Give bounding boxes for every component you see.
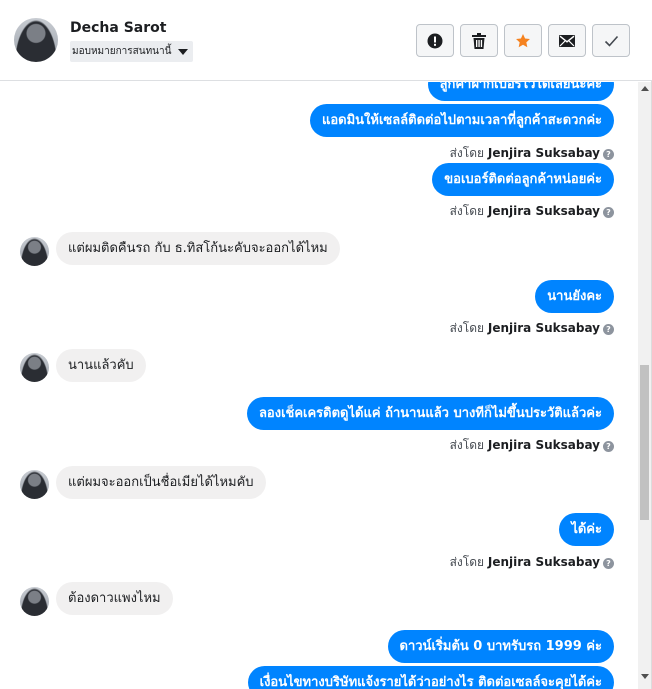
outgoing-message: ดาวน์เริ่มต้น 0 บาทรับรถ 1999 ค่ะ	[387, 630, 614, 663]
incoming-message: แต่ผมจะออกเป็นชื่อเมียได้ไหมคับ	[56, 466, 266, 499]
spam-icon	[427, 33, 443, 48]
mark-done-button[interactable]	[592, 24, 630, 57]
mark-spam-button[interactable]	[416, 24, 454, 57]
help-icon[interactable]: ?	[603, 441, 614, 452]
scroll-down-arrow-icon[interactable]	[641, 674, 649, 679]
sent-by-label: ส่งโดย Jenjira Suksabay?	[450, 319, 614, 338]
check-icon	[604, 35, 618, 47]
incoming-message: ต้องดาวแพงไหม	[56, 582, 173, 615]
outgoing-message: ได้ค่ะ	[559, 513, 614, 546]
sender-name[interactable]: Jenjira Suksabay	[488, 146, 600, 160]
conversation-panel: Decha Sarot มอบหมายการสนทนานี้ ลูกค้าฝาก…	[0, 0, 652, 689]
assign-conversation-dropdown[interactable]: มอบหมายการสนทนานี้	[70, 41, 194, 62]
incoming-message: นานแล้วคับ	[56, 349, 146, 382]
help-icon[interactable]: ?	[603, 149, 614, 160]
contact-avatar-small[interactable]	[20, 470, 49, 499]
assign-label: มอบหมายการสนทนานี้	[72, 46, 172, 57]
contact-avatar-small[interactable]	[20, 353, 49, 382]
sent-by-label: ส่งโดย Jenjira Suksabay?	[450, 202, 614, 221]
outgoing-message: ขอเบอร์ติดต่อลูกค้าหน่อยค่ะ	[432, 163, 614, 196]
outgoing-message: ลองเช็คเครดิตดูได้แค่ ถ้านานแล้ว บางทีก็…	[246, 397, 614, 430]
contact-avatar-small[interactable]	[20, 587, 49, 616]
sender-name[interactable]: Jenjira Suksabay	[488, 555, 600, 569]
help-icon[interactable]: ?	[603, 207, 614, 218]
star-icon	[516, 33, 530, 47]
outgoing-message: ลูกค้าฝากเบอร์ไว้ได้เลยนะคะ	[427, 82, 614, 101]
sender-name[interactable]: Jenjira Suksabay	[488, 321, 600, 335]
delete-button[interactable]	[460, 24, 498, 57]
header-toolbar	[416, 24, 630, 57]
thread-scrollbar[interactable]	[638, 82, 651, 689]
mail-icon	[559, 34, 575, 47]
sent-by-label: ส่งโดย Jenjira Suksabay?	[450, 553, 614, 572]
contact-name[interactable]: Decha Sarot	[70, 20, 166, 36]
help-icon[interactable]: ?	[603, 324, 614, 335]
star-button[interactable]	[504, 24, 542, 57]
message-thread[interactable]: ลูกค้าฝากเบอร์ไว้ได้เลยนะคะ แอดมินให้เซล…	[5, 82, 637, 689]
sent-by-label: ส่งโดย Jenjira Suksabay?	[450, 436, 614, 455]
sender-name[interactable]: Jenjira Suksabay	[488, 438, 600, 452]
chevron-down-icon	[178, 49, 189, 55]
conversation-header: Decha Sarot มอบหมายการสนทนานี้	[0, 0, 652, 81]
mail-button[interactable]	[548, 24, 586, 57]
help-icon[interactable]: ?	[603, 558, 614, 569]
contact-avatar-small[interactable]	[20, 237, 49, 266]
outgoing-message: แอดมินให้เซลล์ติดต่อไปตามเวลาที่ลูกค้าสะ…	[309, 104, 614, 137]
sender-name[interactable]: Jenjira Suksabay	[488, 204, 600, 218]
outgoing-message: นานยังคะ	[535, 280, 614, 313]
contact-avatar[interactable]	[14, 18, 58, 62]
scroll-up-arrow-icon[interactable]	[641, 86, 649, 91]
sent-by-label: ส่งโดย Jenjira Suksabay?	[450, 144, 614, 163]
scroll-thumb[interactable]	[640, 365, 649, 520]
outgoing-message: เงื่อนไขทางบริษัทแจ้งรายได้ว่าอย่างไร ติ…	[247, 666, 614, 689]
trash-icon	[472, 32, 486, 49]
incoming-message: แต่ผมติดคืนรถ กับ ธ.ทิสโก้นะคับจะออกได้ไ…	[56, 232, 340, 265]
